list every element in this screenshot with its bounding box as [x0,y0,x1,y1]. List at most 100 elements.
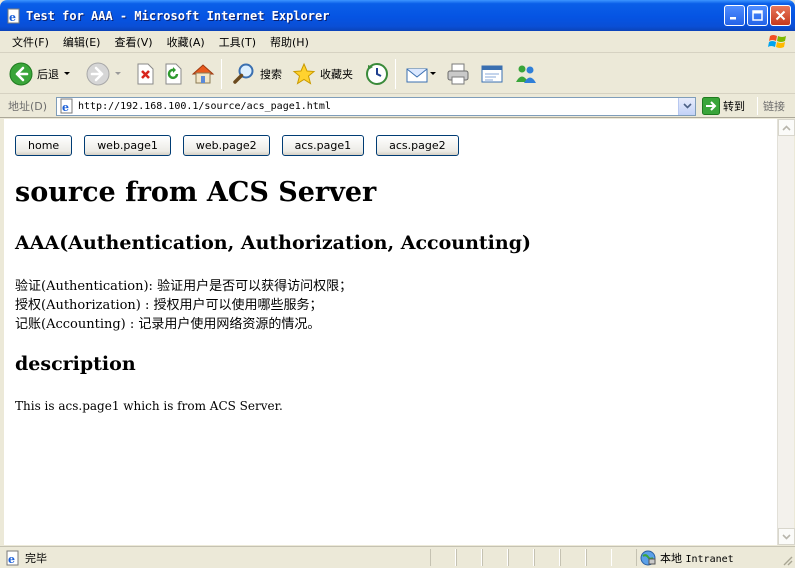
back-dropdown-icon[interactable] [64,72,70,75]
minimize-button[interactable] [724,5,745,26]
history-button[interactable] [362,57,392,91]
description-heading: description [15,353,136,375]
svg-text:e: e [9,11,16,24]
status-panel [508,549,534,566]
toolbar-separator [395,58,396,89]
page-nav: home web.page1 web.page2 acs.page1 acs.p… [15,135,471,156]
menu-bar: 文件(F) 编辑(E) 查看(V) 收藏(A) 工具(T) 帮助(H) [0,31,795,53]
refresh-button[interactable] [160,57,186,91]
home-button[interactable] [188,57,218,91]
nav-button-web-page1[interactable]: web.page1 [84,135,171,156]
refresh-icon [165,63,182,84]
go-label: 转到 [723,100,745,113]
mail-icon [406,68,428,82]
edit-button[interactable] [477,57,507,91]
messenger-icon [516,65,536,83]
maximize-button[interactable] [747,5,768,26]
definition-authorization: 授权(Authorization) : 授权用户可以使用哪些服务； [15,298,323,313]
back-label: 后退 [37,67,59,81]
menu-edit[interactable]: 编辑(E) [57,34,107,50]
security-zone[interactable]: 本地 Intranet [636,549,734,566]
address-url[interactable]: http://192.168.100.1/source/acs_page1.ht… [78,101,331,112]
zone-name: Intranet [685,553,734,565]
back-button[interactable]: 后退 [6,57,73,91]
links-button[interactable]: 链接 [763,98,785,114]
aaa-definitions: 验证(Authentication): 验证用户是否可以获得访问权限； 授权(A… [15,277,352,334]
edit-page-icon [481,65,503,82]
windows-logo-icon [768,35,786,48]
stop-button[interactable] [132,57,158,91]
zone-label: 本地 [660,551,682,565]
menu-help[interactable]: 帮助(H) [264,34,315,50]
search-icon [233,63,254,84]
title-bar[interactable]: e Test for AAA - Microsoft Internet Expl… [0,0,795,31]
ie-page-icon: e [60,98,73,114]
maximize-icon [752,10,763,21]
svg-text:e: e [8,553,15,566]
vertical-scrollbar[interactable] [777,119,795,545]
status-panel [560,549,586,566]
stop-icon [137,63,154,84]
nav-button-home[interactable]: home [15,135,73,156]
chevron-up-icon [782,124,791,131]
nav-button-acs-page2[interactable]: acs.page2 [376,135,459,156]
status-panel [586,549,612,566]
favorites-button[interactable]: 收藏夹 [289,57,356,91]
print-button[interactable] [443,57,473,91]
home-icon [191,63,215,83]
go-button[interactable]: 转到 [702,97,745,115]
nav-button-web-page2[interactable]: web.page2 [182,135,270,156]
minimize-icon [730,17,736,20]
status-text: 完毕 [25,551,47,565]
window-title: Test for AAA - Microsoft Internet Explor… [26,8,330,23]
status-panel [534,549,560,566]
printer-icon [447,63,469,84]
forward-dropdown-icon[interactable] [115,72,121,75]
page-done-icon: e [6,550,19,566]
search-label: 搜索 [260,67,282,81]
toolbar-separator [221,58,222,89]
menu-view[interactable]: 查看(V) [108,34,158,50]
address-dropdown-button[interactable] [678,97,695,115]
menu-tools[interactable]: 工具(T) [213,34,262,50]
back-arrow-icon [9,62,33,85]
scroll-up-button[interactable] [778,119,795,136]
mail-dropdown-icon[interactable] [430,72,436,75]
status-panels [430,549,612,566]
scroll-down-button[interactable] [778,528,795,545]
svg-text:e: e [62,101,69,114]
address-label: 地址(D) [8,100,48,113]
forward-button[interactable] [83,57,124,91]
search-button[interactable]: 搜索 [229,57,285,91]
chevron-down-icon [682,103,692,109]
close-button[interactable] [770,5,791,26]
chevron-down-icon [782,533,791,540]
definition-authentication: 验证(Authentication): 验证用户是否可以获得访问权限； [15,279,353,294]
menu-favorites[interactable]: 收藏(A) [161,34,211,50]
favorites-label: 收藏夹 [320,67,353,81]
links-separator [757,97,758,115]
go-arrow-icon [702,97,720,115]
status-panel [430,549,456,566]
menu-file[interactable]: 文件(F) [6,34,55,50]
nav-button-acs-page1[interactable]: acs.page1 [281,135,365,156]
status-panel [456,549,482,566]
favorites-star-icon [292,62,316,85]
ie-page-icon: e [7,8,20,24]
definition-accounting: 记账(Accounting) : 记录用户使用网络资源的情况。 [15,317,321,332]
status-panel [482,549,508,566]
intranet-globe-icon [640,550,656,565]
status-bar: e 完毕 本地 Intranet [0,546,795,568]
close-icon [775,10,786,21]
resize-grip-icon[interactable] [781,554,793,566]
address-input[interactable]: e http://192.168.100.1/source/acs_page1.… [56,96,696,116]
mail-button[interactable] [403,57,439,91]
ie-window: e Test for AAA - Microsoft Internet Expl… [0,0,795,568]
messenger-button[interactable] [511,57,541,91]
page-content: home web.page1 web.page2 acs.page1 acs.p… [4,119,777,545]
forward-arrow-icon [86,62,110,85]
history-icon [366,62,388,85]
page-heading: source from ACS Server [15,177,377,208]
standard-toolbar: 后退 搜索 收藏夹 [0,54,795,94]
address-bar: 地址(D) e http://192.168.100.1/source/acs_… [0,95,795,118]
